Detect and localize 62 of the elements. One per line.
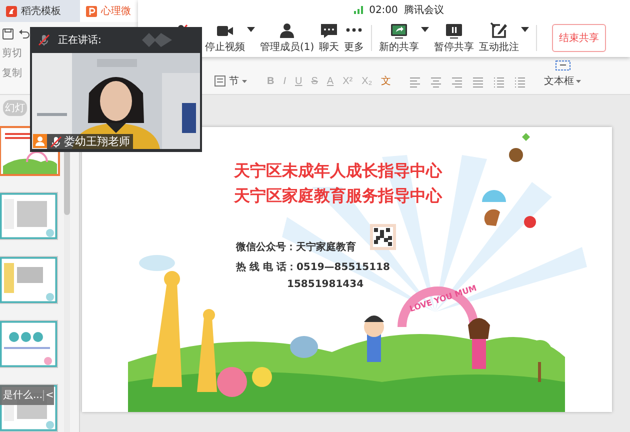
- align-icon[interactable]: [451, 76, 464, 88]
- pause-icon: [445, 22, 464, 39]
- slide-thumbnail[interactable]: [0, 192, 58, 240]
- slide-title: 天宁区未成年人成长指导中心: [234, 161, 442, 182]
- section-button[interactable]: 节: [229, 74, 239, 88]
- signal-icon: [354, 6, 364, 14]
- video-button[interactable]: 停止视频: [205, 22, 245, 54]
- document-tab[interactable]: 稻壳模板: [0, 0, 80, 22]
- more-icon: [345, 28, 364, 32]
- person-icon: [278, 22, 296, 39]
- slide-title: 天宁区家庭教育服务指导中心: [234, 186, 442, 207]
- format-button[interactable]: B: [267, 76, 274, 86]
- format-button[interactable]: S: [311, 76, 318, 86]
- document-tab[interactable]: 心理微: [80, 0, 138, 22]
- align-icon[interactable]: [472, 76, 484, 88]
- format-button[interactable]: X²: [342, 76, 353, 86]
- copy-button[interactable]: 复制: [2, 66, 22, 80]
- panel-title: 是什么...: [3, 389, 43, 402]
- text-box-button[interactable]: 文本框: [544, 74, 574, 88]
- format-button[interactable]: A: [326, 76, 334, 86]
- format-button[interactable]: I: [283, 76, 286, 86]
- annotate-button[interactable]: 互动批注: [479, 22, 520, 54]
- screen-share-icon: [390, 22, 408, 39]
- format-button[interactable]: U: [295, 76, 302, 86]
- end-share-button[interactable]: 结束共享: [552, 24, 606, 52]
- caret-icon[interactable]: [247, 27, 255, 32]
- caret-icon[interactable]: [421, 27, 430, 32]
- format-button[interactable]: 文: [381, 74, 392, 88]
- caret-icon[interactable]: [521, 27, 530, 32]
- pen-icon: [490, 22, 508, 39]
- slide-thumbnail[interactable]: [0, 256, 58, 304]
- contact-text: 15851981434: [287, 279, 364, 290]
- pause-button[interactable]: 暂停共享: [434, 22, 474, 54]
- align-icon[interactable]: [409, 76, 422, 88]
- slide-thumbnail[interactable]: [0, 320, 58, 368]
- share-button[interactable]: 新的共享: [379, 22, 420, 54]
- chat-icon: [320, 22, 338, 39]
- person-icon: [33, 134, 47, 148]
- collapse-button[interactable]: <: [42, 390, 54, 400]
- chat-button[interactable]: 聊天: [319, 22, 340, 54]
- align-icon[interactable]: [514, 76, 526, 88]
- align-icon[interactable]: [493, 76, 506, 88]
- members-button[interactable]: 管理成员(1): [260, 22, 314, 54]
- align-icon[interactable]: [430, 76, 442, 88]
- speaking-label: 正在讲话:: [58, 34, 102, 47]
- banner-text: LOVE YOU MUM: [408, 284, 478, 314]
- contact-text: 热 线 电 话：0519—85515118: [236, 260, 390, 274]
- undo-icon[interactable]: [18, 28, 30, 40]
- meeting-timer: 02:00: [369, 4, 398, 16]
- layout-icon[interactable]: [214, 75, 226, 87]
- text-box-icon[interactable]: [554, 60, 571, 71]
- format-button[interactable]: X₂: [362, 76, 372, 86]
- save-icon[interactable]: [2, 28, 14, 40]
- presentation-icon: [86, 6, 97, 16]
- qr-code-icon: [370, 224, 396, 250]
- diamond-logo-icon: [142, 33, 172, 47]
- more-button[interactable]: 更多: [344, 22, 364, 54]
- participant-name: 娄幼王翔老师: [64, 134, 130, 149]
- document-icon: [6, 6, 17, 16]
- cut-button[interactable]: 剪切: [2, 46, 22, 60]
- meeting-title: 腾讯会议: [404, 4, 444, 17]
- contact-text: 微信公众号：天宁家庭教育: [236, 240, 356, 254]
